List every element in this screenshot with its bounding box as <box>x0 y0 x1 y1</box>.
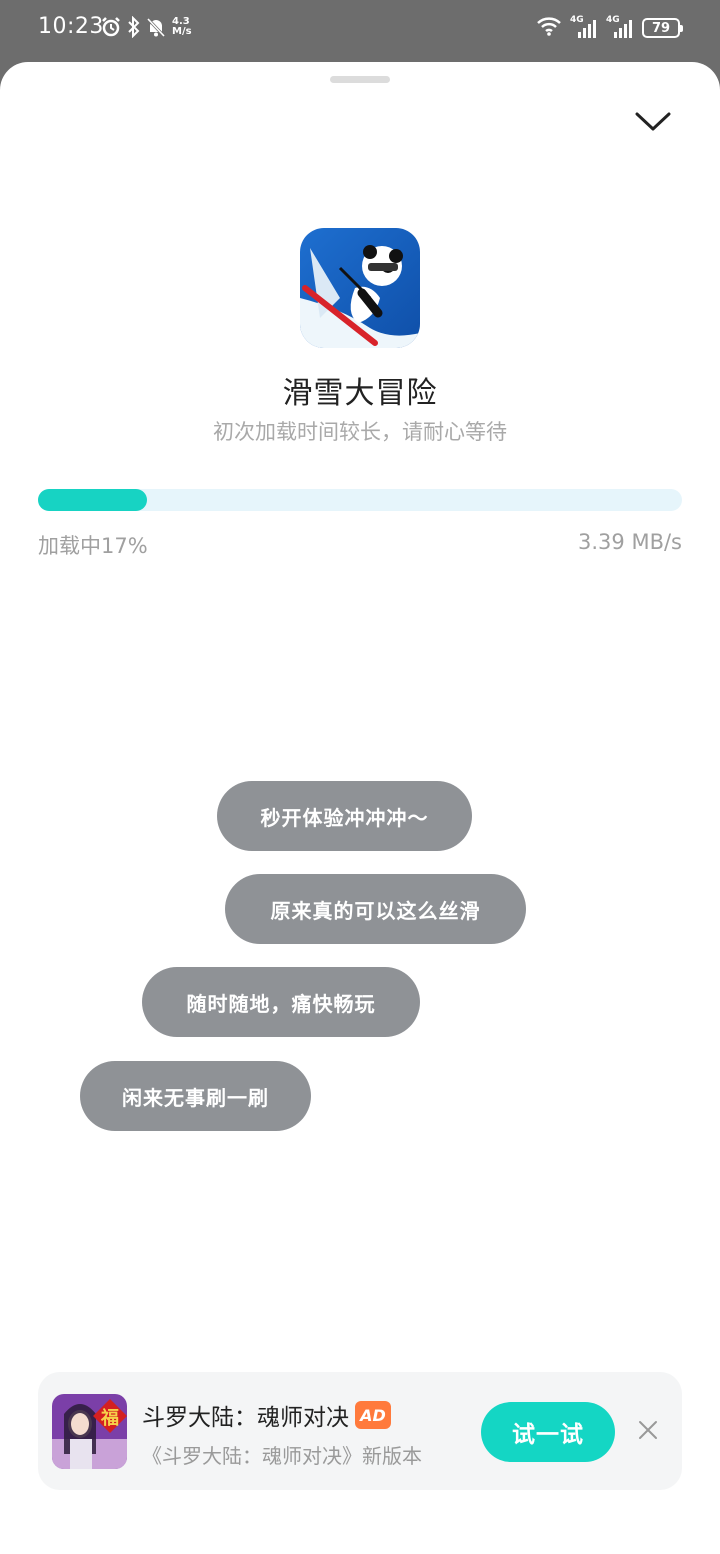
progress-bar <box>38 489 682 511</box>
sheet-grabber[interactable] <box>330 76 390 83</box>
network-type-1: 4G <box>570 15 584 25</box>
try-button[interactable]: 试一试 <box>481 1402 615 1462</box>
progress-fill <box>38 489 148 511</box>
fu-glyph: 福 <box>100 1407 119 1429</box>
ad-title: 斗罗大陆：魂师对决 <box>142 1405 349 1431</box>
comment-bubble: 闲来无事刷一刷 <box>80 1061 311 1131</box>
mute-bell-icon <box>146 16 166 38</box>
net-speed: 4.3 M/s <box>172 17 192 37</box>
ad-close-button[interactable] <box>636 1418 660 1442</box>
status-bar: 10:23 4.3 M/s 4G 4G 79 <box>0 0 720 62</box>
status-left-icons: 4.3 M/s <box>100 16 192 38</box>
comment-bubble: 随时随地，痛快畅玩 <box>142 967 420 1037</box>
ad-description: 《斗罗大陆：魂师对决》新版本 <box>142 1444 422 1468</box>
bluetooth-icon <box>126 16 142 38</box>
comment-bubble: 原来真的可以这么丝滑 <box>225 874 526 944</box>
status-time: 10:23 <box>38 14 104 39</box>
status-right-icons: 4G 4G 79 <box>536 15 683 40</box>
progress-label: 加载中17% <box>38 534 148 558</box>
loading-hint: 初次加载时间较长，请耐心等待 <box>213 420 507 444</box>
app-icon <box>300 228 420 348</box>
close-icon <box>639 1421 657 1439</box>
signal-icon-2: 4G <box>606 15 634 38</box>
panda-skier-icon <box>300 228 420 348</box>
wifi-icon <box>536 16 562 40</box>
battery-icon: 79 <box>642 18 683 38</box>
comment-bubble: 秒开体验冲冲冲～ <box>217 781 472 851</box>
download-speed: 3.39 MB/s <box>578 530 682 554</box>
app-title: 滑雪大冒险 <box>282 376 438 411</box>
alarm-icon <box>100 16 122 38</box>
collapse-button[interactable] <box>628 102 678 142</box>
chevron-down-icon <box>635 112 671 131</box>
ad-card[interactable]: 福 斗罗大陆：魂师对决 AD 《斗罗大陆：魂师对决》新版本 试一试 <box>38 1372 682 1490</box>
net-speed-unit: M/s <box>172 26 192 37</box>
loading-sheet: 滑雪大冒险 初次加载时间较长，请耐心等待 加载中17% 3.39 MB/s 秒开… <box>0 62 720 1554</box>
ad-thumbnail: 福 <box>52 1394 127 1469</box>
network-type-2: 4G <box>606 15 620 25</box>
ad-badge: AD <box>355 1401 391 1429</box>
ad-title-row: 斗罗大陆：魂师对决 AD <box>142 1398 391 1432</box>
battery-level: 79 <box>651 20 671 36</box>
signal-icon-1: 4G <box>570 15 598 38</box>
